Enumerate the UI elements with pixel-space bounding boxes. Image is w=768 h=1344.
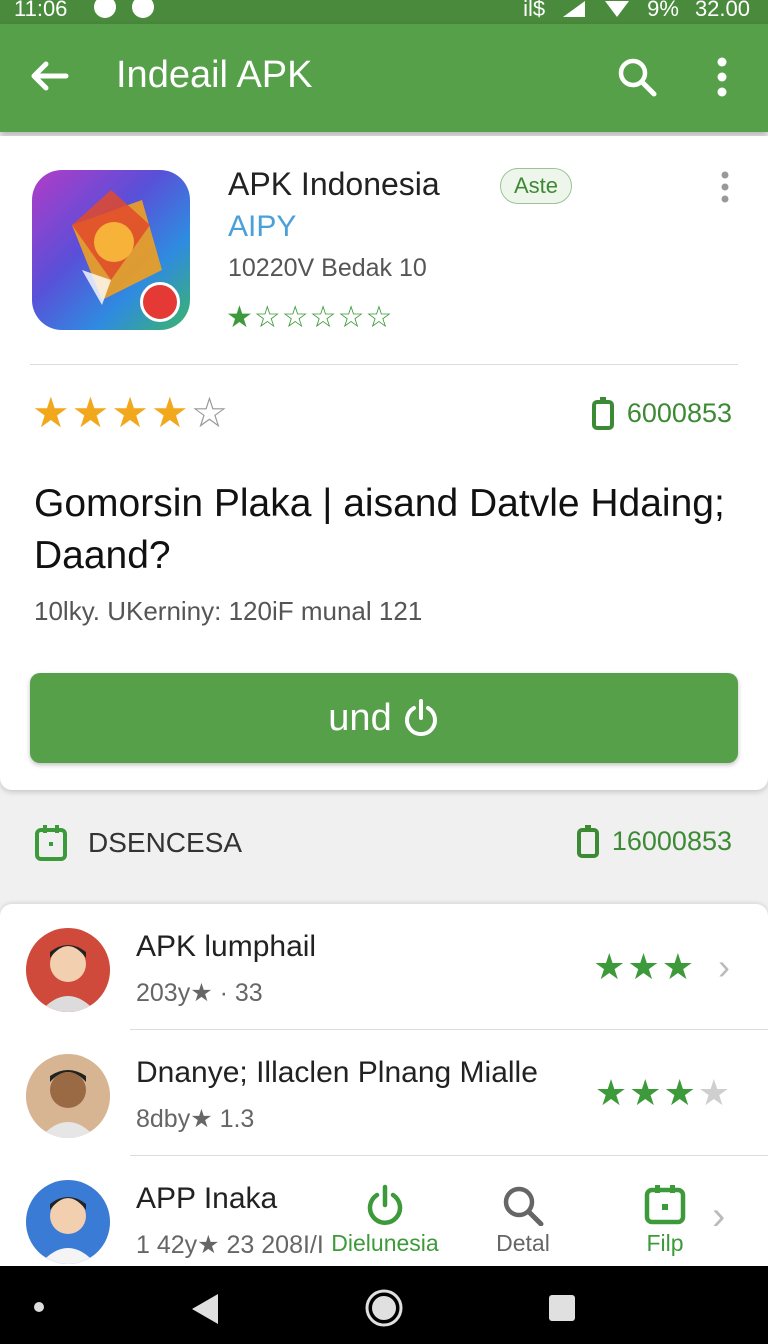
install-label: und	[328, 696, 392, 739]
app-notification-icon	[132, 0, 154, 18]
rating-stars: ★★★★☆	[32, 389, 231, 436]
avatar	[26, 1180, 110, 1264]
section-count-value: 16000853	[611, 825, 732, 856]
power-tab-icon	[367, 1184, 403, 1225]
download-icon	[591, 397, 614, 430]
app-list: APK lumphail 203y★ · 33 ★★★ › Dnanye; Il…	[0, 904, 768, 1266]
app-subline: 10lky. UKerniny: 120iF munal 121	[34, 596, 423, 626]
card-overflow-icon[interactable]	[716, 170, 734, 204]
home-nav-icon[interactable]	[364, 1288, 404, 1328]
device-tab-icon	[644, 1185, 686, 1225]
back-nav-icon[interactable]	[190, 1292, 220, 1326]
list-item-stars-filled: ★★★	[593, 946, 696, 987]
overflow-menu-icon[interactable]	[700, 54, 744, 100]
signal-icon	[563, 1, 586, 17]
list-item-rating: ★★★ ›	[593, 946, 732, 988]
status-time-left: 11:06	[14, 0, 68, 21]
list-item-name: APK lumphail	[136, 930, 317, 963]
app-logo	[32, 170, 190, 330]
divider	[30, 364, 738, 365]
nav-dot-icon	[34, 1302, 44, 1312]
tab-label: Dielunesia	[331, 1230, 439, 1256]
wifi-icon	[605, 1, 630, 17]
search-tab-icon	[503, 1186, 544, 1226]
status-right: il$ 9% 32.00	[523, 0, 750, 22]
avatar	[26, 928, 110, 1012]
section-title-group: DSENCESA	[34, 824, 242, 862]
app-meta: 10220V Bedak 10	[228, 254, 427, 282]
list-item-stars-empty: ★	[697, 1072, 732, 1113]
system-nav-bar	[0, 1266, 768, 1344]
list-item-sub: 203y★ · 33	[136, 979, 263, 1007]
app-bar: Indeail APK	[0, 24, 768, 132]
app-badge-icon	[140, 282, 180, 322]
list-item-stars-filled: ★★★	[594, 1072, 698, 1113]
chevron-right-icon[interactable]: ›	[712, 1194, 725, 1239]
status-time-right: 32.00	[694, 0, 750, 21]
download-count-value: 6000853	[626, 397, 732, 428]
tab-dielunesia[interactable]: Dielunesia	[330, 1184, 440, 1257]
tab-label: Filp	[646, 1230, 684, 1256]
install-button[interactable]: und	[30, 673, 738, 763]
developer-link[interactable]: AIPY	[228, 210, 296, 244]
list-item-sub: 1 42y★ 23 208I/I	[136, 1231, 324, 1259]
app-name: APK Indonesia	[228, 166, 440, 202]
notification-icon	[94, 0, 116, 18]
power-icon	[404, 699, 437, 737]
list-item[interactable]: APK lumphail 203y★ · 33 ★★★ ›	[0, 904, 768, 1030]
list-item-rating: ★★★★	[595, 1072, 732, 1114]
chevron-right-icon[interactable]: ›	[718, 946, 732, 987]
app-tag-chip[interactable]: Aste	[500, 168, 572, 204]
tab-detal[interactable]: Detal	[478, 1184, 568, 1257]
app-headline: Gomorsin Plaka | aisand Datvle Hdaing; D…	[34, 482, 725, 577]
section-count: 16000853	[576, 824, 732, 858]
avatar	[26, 1054, 110, 1138]
list-item[interactable]: Dnanye; Illaclen Plnang Mialle 8dby★ 1.3…	[0, 1030, 768, 1156]
download-count: 6000853	[591, 396, 732, 430]
list-item-sub: 8dby★ 1.3	[136, 1105, 255, 1133]
list-item-name: APP Inaka	[136, 1182, 278, 1215]
status-bar: 11:06 il$ 9% 32.00	[0, 0, 768, 24]
battery-percent: 9%	[647, 0, 679, 21]
search-icon[interactable]	[614, 54, 660, 100]
back-arrow-icon[interactable]	[28, 54, 72, 98]
recents-nav-icon[interactable]	[548, 1294, 576, 1322]
small-rating-stars: ★☆☆☆☆☆	[226, 301, 394, 334]
signal-text: il$	[523, 0, 546, 21]
page-title: Indeail APK	[116, 54, 313, 96]
list-item-name: Dnanye; Illaclen Plnang Mialle	[136, 1056, 538, 1089]
tab-filp[interactable]: Filp	[630, 1184, 700, 1257]
section-calendar-icon	[35, 825, 67, 861]
section-title: DSENCESA	[88, 827, 243, 858]
app-detail-card: APK Indonesia Aste AIPY 10220V Bedak 10 …	[0, 136, 768, 790]
section-download-icon	[576, 825, 599, 858]
section-header: DSENCESA 16000853	[0, 812, 768, 884]
tab-label: Detal	[496, 1230, 550, 1256]
